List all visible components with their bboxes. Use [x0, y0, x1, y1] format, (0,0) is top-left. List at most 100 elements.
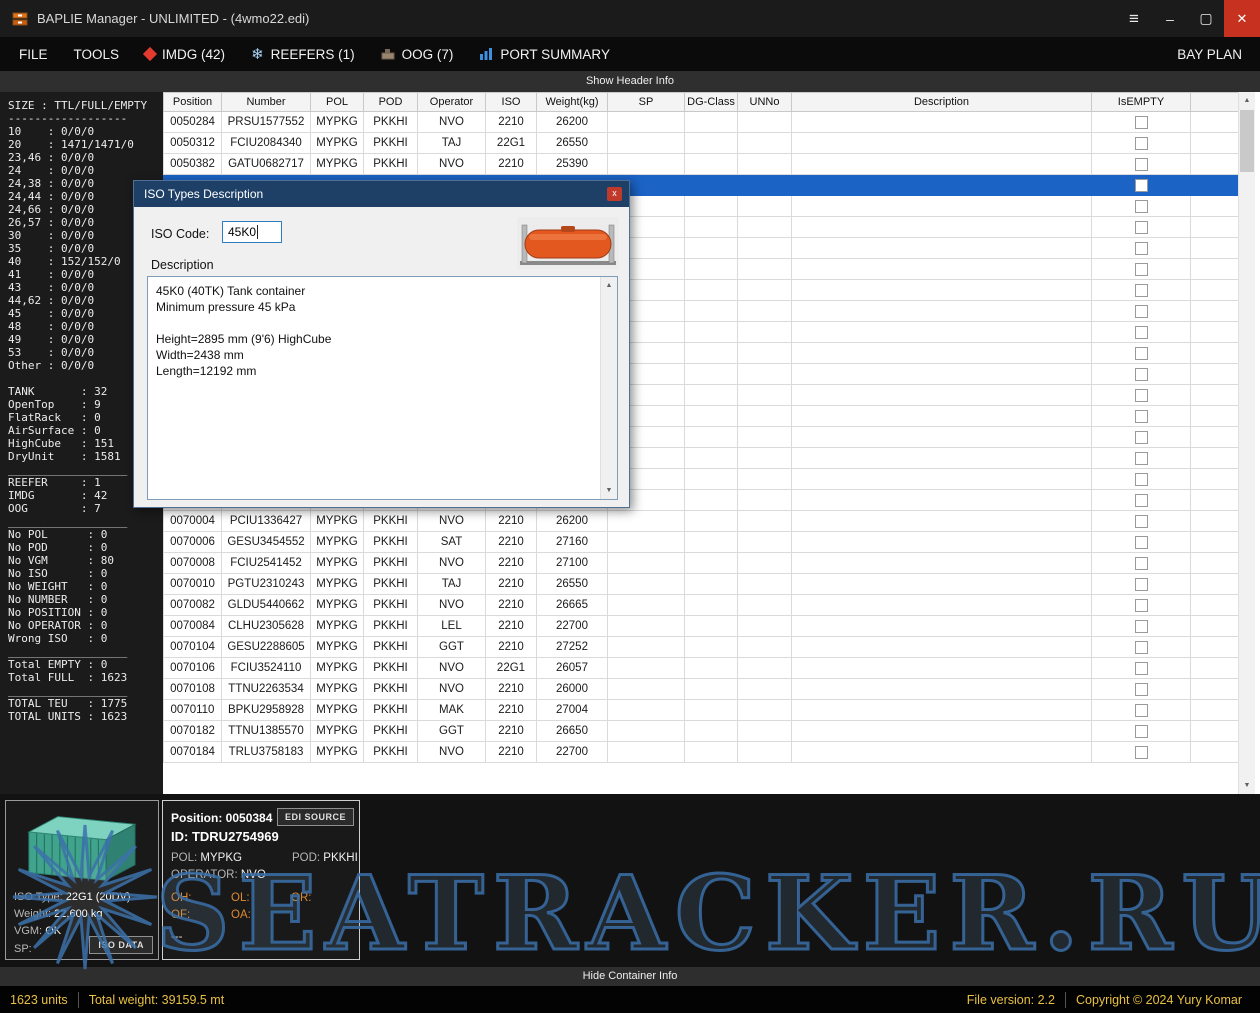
isempty-checkbox[interactable] — [1135, 620, 1148, 633]
scroll-down-icon[interactable]: ▼ — [601, 482, 617, 499]
menu-reefers[interactable]: ❄ REEFERS (1) — [238, 37, 368, 71]
column-header-sp[interactable]: SP — [608, 93, 685, 112]
column-header-position[interactable]: Position — [164, 93, 222, 112]
table-row[interactable]: 0070006GESU3454552MYPKGPKKHISAT221027160 — [164, 532, 1239, 553]
table-row[interactable]: 0070104GESU2288605MYPKGPKKHIGGT221027252 — [164, 637, 1239, 658]
isempty-checkbox[interactable] — [1135, 284, 1148, 297]
isempty-checkbox[interactable] — [1135, 179, 1148, 192]
isempty-checkbox[interactable] — [1135, 578, 1148, 591]
table-row[interactable]: 0050284PRSU1577552MYPKGPKKHINVO221026200 — [164, 112, 1239, 133]
cell-operator: NVO — [418, 595, 486, 616]
cell-filler — [1191, 217, 1239, 238]
isempty-checkbox[interactable] — [1135, 494, 1148, 507]
cell-description — [792, 427, 1092, 448]
column-header-operator[interactable]: Operator — [418, 93, 486, 112]
isempty-checkbox[interactable] — [1135, 683, 1148, 696]
cell-pol: MYPKG — [311, 532, 364, 553]
description-scrollbar[interactable]: ▲ ▼ — [600, 277, 617, 499]
cell-isempty — [1092, 280, 1191, 301]
isempty-checkbox[interactable] — [1135, 389, 1148, 402]
edi-source-button[interactable]: EDI SOURCE — [277, 808, 354, 826]
isempty-checkbox[interactable] — [1135, 200, 1148, 213]
isempty-checkbox[interactable] — [1135, 431, 1148, 444]
cell-filler — [1191, 343, 1239, 364]
table-row[interactable]: 0070182TTNU1385570MYPKGPKKHIGGT221026650 — [164, 721, 1239, 742]
scroll-up-icon[interactable]: ▲ — [1239, 92, 1255, 109]
table-scrollbar[interactable]: ▲ ▼ — [1238, 92, 1255, 794]
isempty-checkbox[interactable] — [1135, 473, 1148, 486]
cell-unno — [738, 133, 792, 154]
menu-port-summary[interactable]: PORT SUMMARY — [466, 37, 623, 71]
isempty-checkbox[interactable] — [1135, 536, 1148, 549]
isempty-checkbox[interactable] — [1135, 410, 1148, 423]
dialog-title-bar[interactable]: ISO Types Description x — [134, 181, 629, 207]
isempty-checkbox[interactable] — [1135, 599, 1148, 612]
column-header-pod[interactable]: POD — [364, 93, 418, 112]
menu-tools[interactable]: TOOLS — [61, 37, 133, 71]
menu-file[interactable]: FILE — [6, 37, 61, 71]
scrollbar-thumb[interactable] — [1240, 110, 1254, 172]
iso-data-button[interactable]: ISO DATA — [89, 936, 153, 954]
cell-isempty — [1092, 343, 1191, 364]
isempty-checkbox[interactable] — [1135, 263, 1148, 276]
scroll-down-icon[interactable]: ▼ — [1239, 777, 1255, 794]
menu-bay-plan[interactable]: BAY PLAN — [1164, 37, 1260, 71]
table-row[interactable]: 0070184TRLU3758183MYPKGPKKHINVO221022700 — [164, 742, 1239, 763]
isempty-checkbox[interactable] — [1135, 704, 1148, 717]
show-header-info-bar[interactable]: Show Header Info — [0, 71, 1260, 92]
column-header-unno[interactable]: UNNo — [738, 93, 792, 112]
table-row[interactable]: 0070008FCIU2541452MYPKGPKKHINVO221027100 — [164, 553, 1239, 574]
dialog-close-button[interactable]: x — [607, 187, 622, 201]
isempty-checkbox[interactable] — [1135, 452, 1148, 465]
isempty-checkbox[interactable] — [1135, 557, 1148, 570]
hide-container-info-bar[interactable]: Hide Container Info — [0, 967, 1260, 986]
table-row[interactable]: 0070084CLHU2305628MYPKGPKKHILEL221022700 — [164, 616, 1239, 637]
iso-type-label: ISO Type: — [14, 891, 63, 903]
isempty-checkbox[interactable] — [1135, 116, 1148, 129]
isempty-checkbox[interactable] — [1135, 641, 1148, 654]
close-button[interactable]: ✕ — [1224, 0, 1260, 37]
table-row[interactable]: 0070108TTNU2263534MYPKGPKKHINVO221026000 — [164, 679, 1239, 700]
table-row[interactable]: 0070010PGTU2310243MYPKGPKKHITAJ221026550 — [164, 574, 1239, 595]
scroll-up-icon[interactable]: ▲ — [601, 277, 617, 294]
menu-oog[interactable]: OOG (7) — [368, 37, 467, 71]
isempty-checkbox[interactable] — [1135, 515, 1148, 528]
isempty-checkbox[interactable] — [1135, 305, 1148, 318]
isempty-checkbox[interactable] — [1135, 725, 1148, 738]
cell-filler — [1191, 742, 1239, 763]
description-textbox[interactable]: 45K0 (40TK) Tank container Minimum press… — [147, 276, 618, 500]
column-header-iso[interactable]: ISO — [486, 93, 537, 112]
maximize-button[interactable]: ▢ — [1188, 0, 1224, 37]
isempty-checkbox[interactable] — [1135, 326, 1148, 339]
isempty-checkbox[interactable] — [1135, 746, 1148, 759]
column-header-pol[interactable]: POL — [311, 93, 364, 112]
isempty-checkbox[interactable] — [1135, 368, 1148, 381]
isempty-checkbox[interactable] — [1135, 221, 1148, 234]
table-row[interactable]: 0050382GATU0682717MYPKGPKKHINVO221025390 — [164, 154, 1239, 175]
isempty-checkbox[interactable] — [1135, 158, 1148, 171]
table-row[interactable]: 0070110BPKU2958928MYPKGPKKHIMAK221027004 — [164, 700, 1239, 721]
isempty-checkbox[interactable] — [1135, 137, 1148, 150]
column-header-dg-class[interactable]: DG-Class — [685, 93, 738, 112]
isempty-checkbox[interactable] — [1135, 242, 1148, 255]
minimize-button[interactable]: – — [1152, 0, 1188, 37]
column-header-isempty[interactable]: IsEMPTY — [1092, 93, 1191, 112]
table-row[interactable]: 0070106FCIU3524110MYPKGPKKHINVO22G126057 — [164, 658, 1239, 679]
column-header-number[interactable]: Number — [222, 93, 311, 112]
isempty-checkbox[interactable] — [1135, 662, 1148, 675]
hamburger-menu-icon[interactable]: ≡ — [1116, 0, 1152, 37]
iso-code-input[interactable]: 45K0 — [222, 221, 282, 243]
cell-isempty — [1092, 406, 1191, 427]
cell-dg-class — [685, 532, 738, 553]
column-header-weight-kg-[interactable]: Weight(kg) — [537, 93, 608, 112]
cell-weight: 26665 — [537, 595, 608, 616]
menu-imdg[interactable]: IMDG (42) — [132, 37, 238, 71]
table-row[interactable]: 0070004PCIU1336427MYPKGPKKHINVO221026200 — [164, 511, 1239, 532]
column-header-description[interactable]: Description — [792, 93, 1092, 112]
isempty-checkbox[interactable] — [1135, 347, 1148, 360]
table-row[interactable]: 0070082GLDU5440662MYPKGPKKHINVO221026665 — [164, 595, 1239, 616]
tank-container-image — [517, 217, 619, 269]
cell-unno — [738, 406, 792, 427]
table-row[interactable]: 0050312FCIU2084340MYPKGPKKHITAJ22G126550 — [164, 133, 1239, 154]
cell-unno — [738, 112, 792, 133]
